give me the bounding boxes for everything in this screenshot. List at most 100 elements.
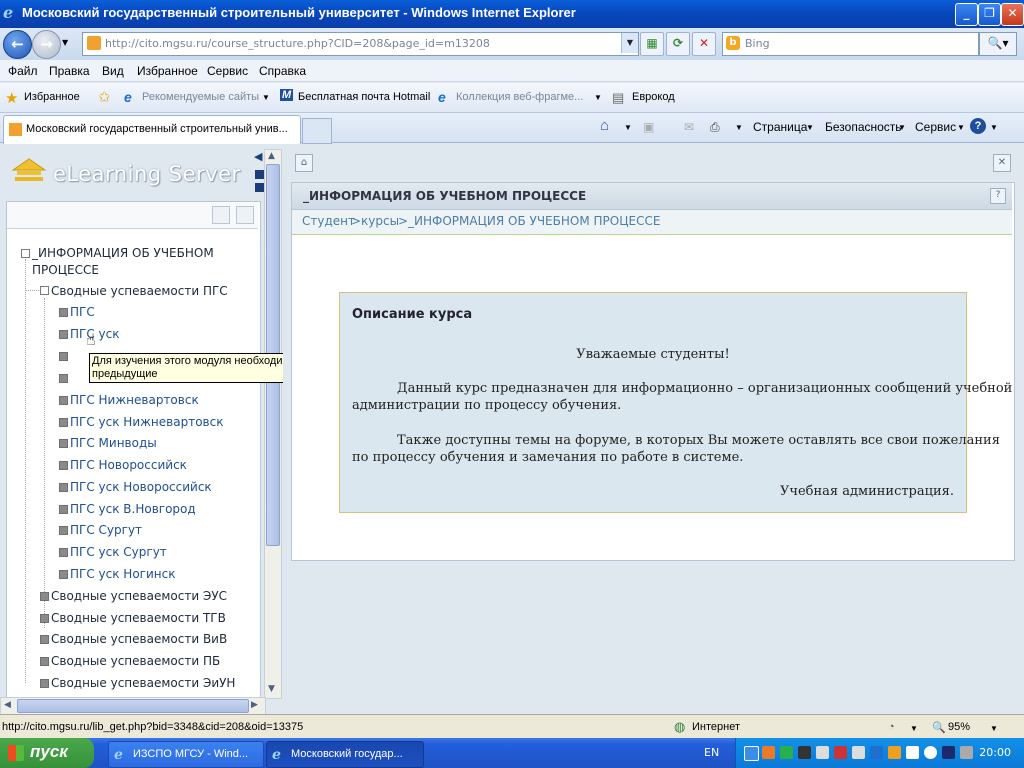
- start-button[interactable]: пуск: [0, 738, 94, 768]
- tree-item[interactable]: ПГС: [70, 305, 95, 319]
- tree-options-icon[interactable]: [236, 206, 254, 224]
- tree-item[interactable]: ПГС уск Ногинск: [70, 567, 175, 581]
- chevron-down-icon[interactable]: ▼: [262, 93, 270, 102]
- feeds-icon[interactable]: ▣: [643, 120, 654, 134]
- tree-item[interactable]: ПГС уск В.Новгород: [70, 502, 196, 516]
- tree-group[interactable]: Сводные успеваемости ТГВ: [51, 611, 226, 625]
- scroll-right-icon[interactable]: ▶: [251, 700, 258, 710]
- close-icon[interactable]: ✕: [993, 154, 1011, 172]
- status-zoom[interactable]: 95%: [948, 721, 970, 733]
- menu-view[interactable]: Вид: [102, 64, 124, 78]
- tree-horizontal-scrollbar[interactable]: ◀ ▶: [0, 697, 266, 715]
- tree-vertical-scrollbar[interactable]: ▲ ▼: [264, 149, 282, 699]
- scroll-up-icon[interactable]: ▲: [268, 151, 275, 161]
- chevron-down-icon[interactable]: ▼: [990, 724, 998, 733]
- tree-toggle-icon[interactable]: [40, 286, 49, 295]
- tree-item[interactable]: ПГС уск Сургут: [70, 545, 167, 559]
- tray-icon[interactable]: [744, 746, 759, 761]
- collapse-icon[interactable]: [255, 183, 264, 192]
- home-icon[interactable]: ⌂: [600, 117, 609, 134]
- stop-icon[interactable]: ✕: [692, 32, 716, 56]
- breadcrumb-student[interactable]: Студент: [302, 214, 355, 228]
- tree-group[interactable]: Сводные успеваемости ЭиУН: [51, 676, 235, 690]
- chevron-down-icon[interactable]: ▼: [624, 123, 632, 132]
- tree-root-line2[interactable]: ПРОЦЕССЕ: [32, 263, 99, 277]
- breadcrumb-courses[interactable]: курсы: [361, 214, 399, 228]
- task-button-2[interactable]: e Московский государ...: [266, 741, 424, 768]
- tray-icon[interactable]: [762, 746, 775, 759]
- tray-icon[interactable]: [906, 746, 919, 759]
- menu-favorites[interactable]: Избранное: [137, 64, 198, 78]
- tray-icon[interactable]: [816, 746, 829, 759]
- menu-edit[interactable]: Правка: [49, 64, 90, 78]
- fav-eurocode[interactable]: Еврокод: [632, 91, 675, 103]
- scroll-down-icon[interactable]: ▼: [268, 684, 275, 694]
- tray-icon[interactable]: [870, 746, 883, 759]
- tree-group-pgs[interactable]: Сводные успеваемости ПГС: [51, 284, 228, 298]
- menu-help[interactable]: Справка: [259, 64, 306, 78]
- print-icon[interactable]: ⎙: [710, 120, 720, 135]
- protected-mode-icon[interactable]: ◔: [888, 721, 895, 733]
- language-indicator[interactable]: EN: [704, 746, 719, 759]
- favorites-button[interactable]: Избранное: [24, 91, 80, 103]
- help-icon[interactable]: ?: [970, 118, 986, 134]
- cmd-tools[interactable]: Сервис: [915, 120, 956, 134]
- home-icon[interactable]: ⌂: [295, 154, 313, 172]
- chevron-down-icon[interactable]: ▼: [735, 123, 743, 132]
- chevron-down-icon[interactable]: ▼: [898, 123, 906, 132]
- tray-icon[interactable]: [798, 746, 811, 759]
- search-button[interactable]: 🔍▾: [979, 32, 1017, 56]
- tray-icon[interactable]: [888, 746, 901, 759]
- tray-icon[interactable]: [834, 746, 847, 759]
- tree-item[interactable]: ПГС Сургут: [70, 523, 142, 537]
- search-box[interactable]: b Bing: [722, 32, 979, 56]
- scroll-thumb[interactable]: [17, 699, 249, 713]
- new-tab-button[interactable]: [302, 118, 332, 144]
- compatibility-icon[interactable]: ▦: [640, 32, 664, 56]
- task-button-1[interactable]: e ИЗСПО МГСУ - Wind...: [108, 741, 264, 768]
- menu-tools[interactable]: Сервис: [207, 64, 248, 78]
- scroll-left-icon[interactable]: ◀: [4, 700, 11, 710]
- tree-root-line1[interactable]: _ИНФОРМАЦИЯ ОБ УЧЕБНОМ: [32, 246, 214, 260]
- forward-button[interactable]: →: [32, 30, 61, 59]
- tree-item[interactable]: ПГС Нижневартовск: [70, 393, 199, 407]
- address-bar[interactable]: http://cito.mgsu.ru/course_structure.php…: [82, 32, 639, 56]
- tray-icon[interactable]: [924, 746, 937, 759]
- chevron-down-icon[interactable]: ▼: [594, 93, 602, 102]
- mail-icon[interactable]: ✉: [684, 120, 694, 134]
- address-dropdown-icon[interactable]: ▼: [621, 33, 638, 53]
- chevron-down-icon[interactable]: ▼: [910, 724, 918, 733]
- tab-active[interactable]: Московский государственный строительный …: [3, 115, 301, 144]
- fav-hotmail[interactable]: Бесплатная почта Hotmail: [298, 91, 430, 103]
- tray-icon[interactable]: [780, 746, 793, 759]
- collapse-arrow-icon[interactable]: ◀: [254, 150, 262, 163]
- expand-icon[interactable]: [255, 170, 264, 179]
- tree-item[interactable]: ПГС Минводы: [70, 436, 157, 450]
- chevron-down-icon[interactable]: ▼: [806, 123, 814, 132]
- tree-group[interactable]: Сводные успеваемости ЭУС: [51, 589, 227, 603]
- menu-file[interactable]: Файл: [8, 64, 38, 78]
- cmd-page[interactable]: Страница: [753, 120, 807, 134]
- add-favorite-icon[interactable]: ✩: [98, 88, 111, 106]
- tree-item[interactable]: ПГС уск Новороссийск: [70, 480, 212, 494]
- tree-item[interactable]: ПГС Новороссийск: [70, 458, 187, 472]
- fav-web-slices[interactable]: Коллекция веб-фрагме...: [456, 91, 583, 103]
- address-url[interactable]: http://cito.mgsu.ru/course_structure.php…: [105, 37, 490, 50]
- tree-toggle-icon[interactable]: [21, 249, 30, 258]
- tree-group[interactable]: Сводные успеваемости ВиВ: [51, 632, 227, 646]
- help-icon[interactable]: ?: [990, 188, 1006, 204]
- tray-icon[interactable]: [852, 746, 865, 759]
- tree-search-icon[interactable]: [212, 206, 230, 224]
- chevron-down-icon[interactable]: ▼: [990, 123, 998, 132]
- history-dropdown-icon[interactable]: ▼: [62, 38, 68, 47]
- back-button[interactable]: ←: [3, 30, 32, 59]
- minimize-button[interactable]: _: [955, 3, 978, 26]
- fav-suggested-sites[interactable]: Рекомендуемые сайты: [142, 91, 259, 103]
- cmd-security[interactable]: Безопасность: [825, 120, 902, 134]
- chevron-down-icon[interactable]: ▼: [957, 123, 965, 132]
- volume-icon[interactable]: [960, 746, 973, 759]
- tree-group[interactable]: Сводные успеваемости ПБ: [51, 654, 220, 668]
- tree-item[interactable]: ПГС уск Нижневартовск: [70, 415, 223, 429]
- tray-icon[interactable]: [942, 746, 955, 759]
- close-button[interactable]: ✕: [1001, 3, 1024, 26]
